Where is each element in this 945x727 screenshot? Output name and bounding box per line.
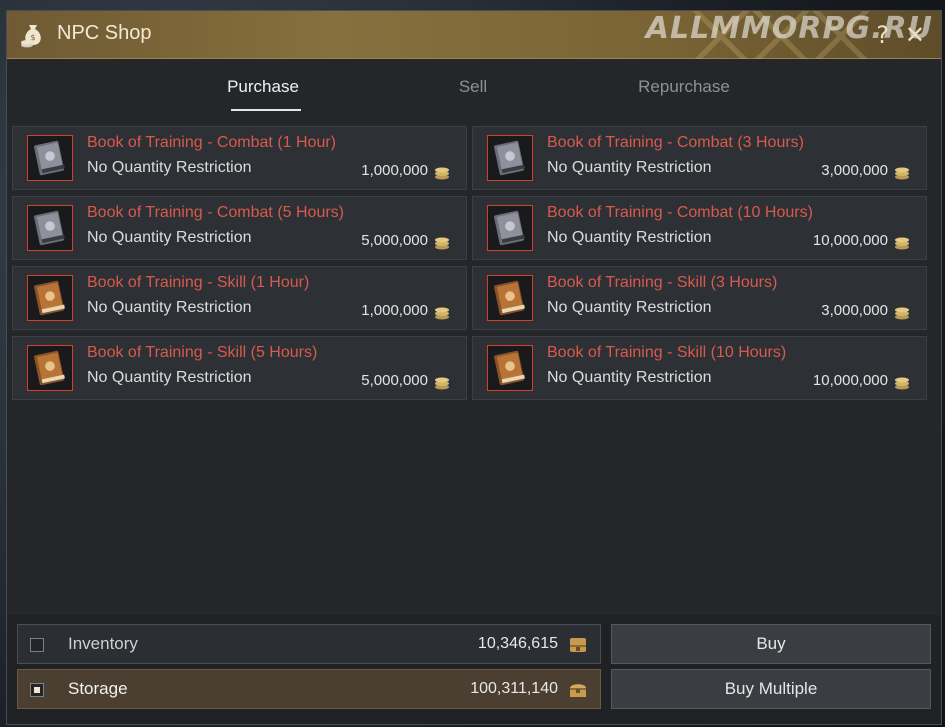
item-name: Book of Training - Skill (1 Hour)	[87, 274, 310, 291]
storage-label: Storage	[68, 679, 128, 698]
bag-icon	[570, 638, 586, 652]
skill-book-icon	[27, 345, 73, 391]
shop-item[interactable]: Book of Training - Skill (5 Hours) No Qu…	[12, 336, 467, 400]
item-limit: No Quantity Restriction	[87, 299, 252, 316]
item-price: 5,000,000	[361, 232, 428, 249]
item-name: Book of Training - Combat (10 Hours)	[547, 204, 813, 221]
skill-book-icon	[487, 345, 533, 391]
storage-amount: 100,311,140	[470, 680, 558, 697]
item-price: 3,000,000	[821, 162, 888, 179]
storage-wallet[interactable]: Storage 100,311,140	[17, 669, 601, 709]
buy-multiple-button[interactable]: Buy Multiple	[611, 669, 931, 709]
item-price: 1,000,000	[361, 162, 428, 179]
npc-shop-window: $ NPC Shop ALLMMORPG.RU ? ✕ Purchase Sel…	[6, 10, 942, 725]
shop-tabs: Purchase Sell Repurchase	[7, 59, 941, 121]
inventory-label: Inventory	[68, 634, 138, 653]
shop-item[interactable]: Book of Training - Combat (3 Hours) No Q…	[472, 126, 927, 190]
shop-item[interactable]: Book of Training - Skill (1 Hour) No Qua…	[12, 266, 467, 330]
item-name: Book of Training - Skill (10 Hours)	[547, 344, 787, 361]
item-limit: No Quantity Restriction	[547, 369, 712, 386]
shop-item[interactable]: Book of Training - Skill (3 Hours) No Qu…	[472, 266, 927, 330]
window-title: NPC Shop	[57, 22, 152, 44]
silver-coin-icon	[895, 307, 909, 320]
item-price: 10,000,000	[812, 232, 888, 249]
skill-book-icon	[27, 275, 73, 321]
item-price: 10,000,000	[812, 372, 888, 389]
silver-coin-icon	[895, 377, 909, 390]
silver-coin-icon	[435, 237, 449, 250]
inventory-wallet[interactable]: Inventory 10,346,615	[17, 624, 601, 664]
shop-item[interactable]: Book of Training - Combat (10 Hours) No …	[472, 196, 927, 260]
combat-book-icon	[487, 205, 533, 251]
item-limit: No Quantity Restriction	[547, 159, 712, 176]
tab-sell[interactable]: Sell	[403, 77, 543, 97]
item-name: Book of Training - Combat (3 Hours)	[547, 134, 804, 151]
item-limit: No Quantity Restriction	[87, 229, 252, 246]
combat-book-icon	[27, 135, 73, 181]
inventory-checkbox[interactable]	[30, 638, 44, 652]
item-limit: No Quantity Restriction	[547, 299, 712, 316]
tab-purchase[interactable]: Purchase	[193, 77, 333, 111]
item-price: 5,000,000	[361, 372, 428, 389]
chest-icon	[570, 684, 586, 697]
item-price: 1,000,000	[361, 302, 428, 319]
item-name: Book of Training - Combat (5 Hours)	[87, 204, 344, 221]
buy-button[interactable]: Buy	[611, 624, 931, 664]
item-price: 3,000,000	[821, 302, 888, 319]
skill-book-icon	[487, 275, 533, 321]
silver-coin-icon	[435, 307, 449, 320]
title-bar[interactable]: $ NPC Shop ALLMMORPG.RU ? ✕	[7, 11, 941, 59]
close-button[interactable]: ✕	[905, 21, 925, 49]
combat-book-icon	[27, 205, 73, 251]
help-button[interactable]: ?	[876, 21, 889, 49]
inventory-amount: 10,346,615	[477, 635, 558, 652]
silver-coin-icon	[435, 377, 449, 390]
item-limit: No Quantity Restriction	[87, 369, 252, 386]
item-name: Book of Training - Combat (1 Hour)	[87, 134, 336, 151]
combat-book-icon	[487, 135, 533, 181]
watermark-text: ALLMMORPG.RU	[645, 11, 933, 46]
item-name: Book of Training - Skill (3 Hours)	[547, 274, 778, 291]
item-limit: No Quantity Restriction	[87, 159, 252, 176]
tab-repurchase[interactable]: Repurchase	[614, 77, 754, 97]
storage-checkbox[interactable]	[30, 683, 44, 697]
svg-text:$: $	[31, 33, 36, 42]
silver-coin-icon	[895, 167, 909, 180]
shop-item[interactable]: Book of Training - Combat (1 Hour) No Qu…	[12, 126, 467, 190]
item-limit: No Quantity Restriction	[547, 229, 712, 246]
shop-item[interactable]: Book of Training - Combat (5 Hours) No Q…	[12, 196, 467, 260]
item-name: Book of Training - Skill (5 Hours)	[87, 344, 318, 361]
silver-coin-icon	[895, 237, 909, 250]
silver-coin-icon	[435, 167, 449, 180]
money-bag-icon: $	[21, 25, 41, 48]
shop-item[interactable]: Book of Training - Skill (10 Hours) No Q…	[472, 336, 927, 400]
